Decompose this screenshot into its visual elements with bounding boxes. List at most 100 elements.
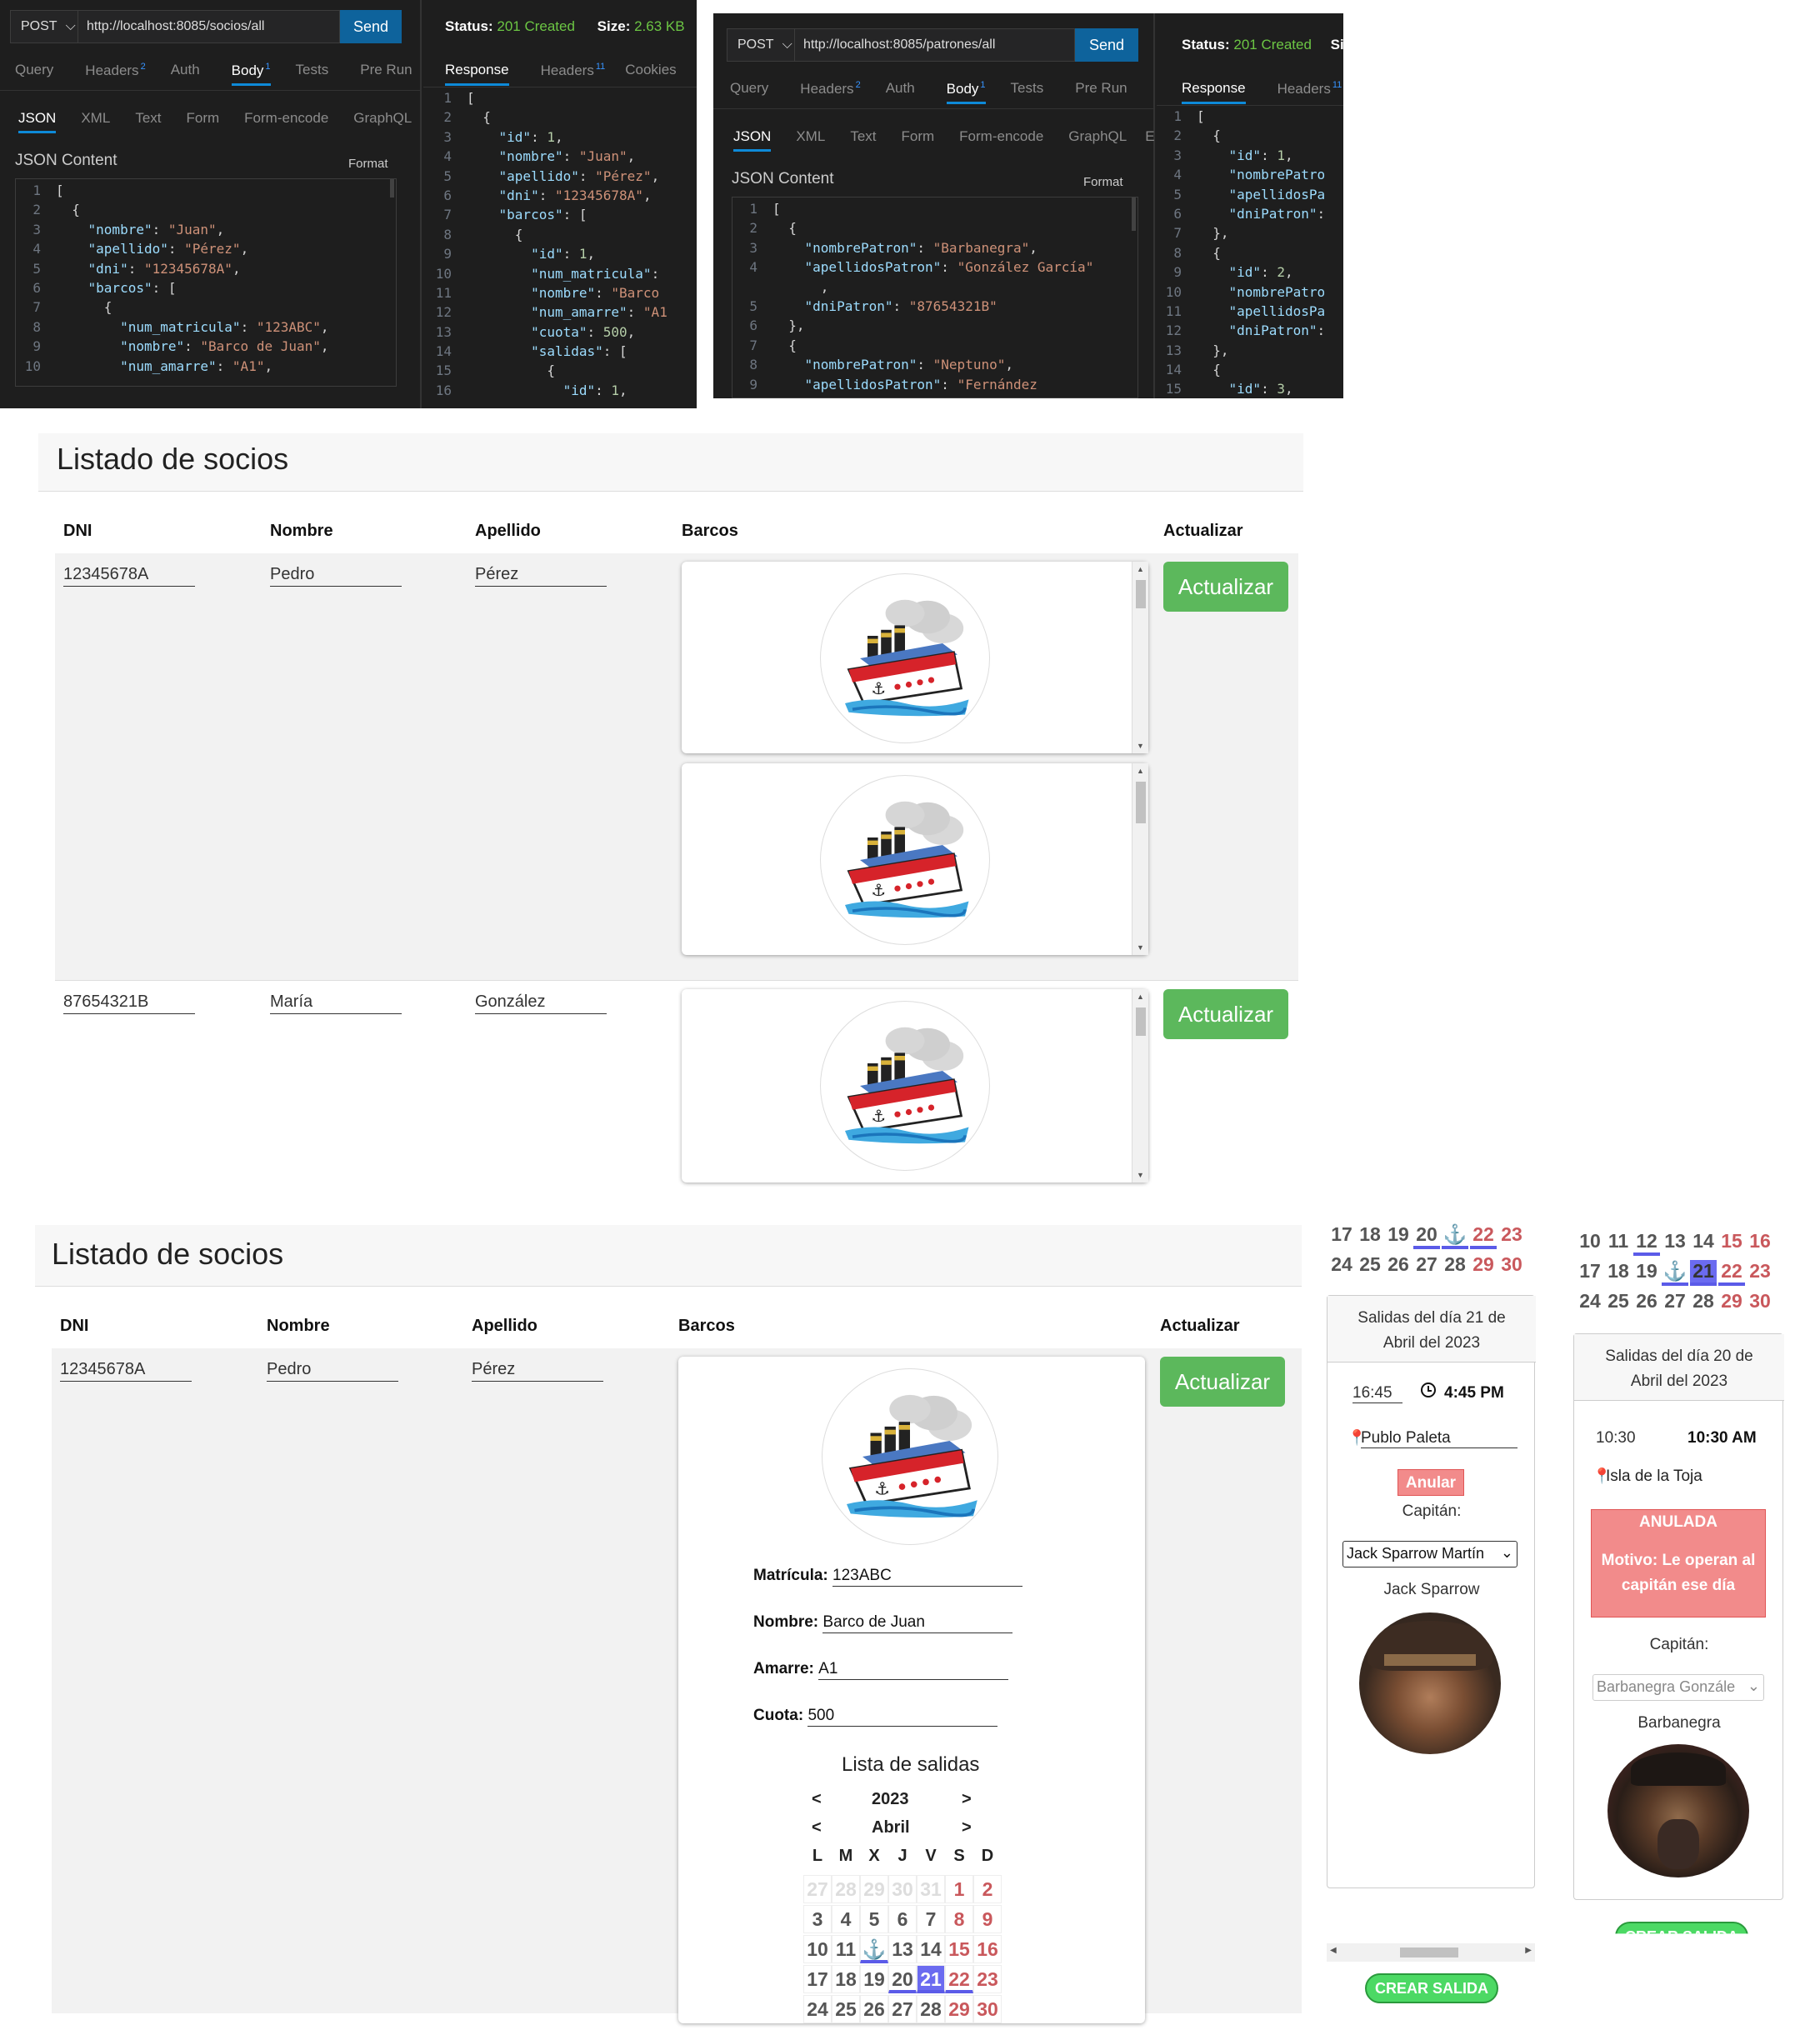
- format-button[interactable]: Format: [348, 157, 388, 171]
- url-input[interactable]: http://localhost:8085/patrones/all: [795, 28, 1075, 62]
- tab-prerun[interactable]: Pre Run: [1075, 80, 1127, 104]
- calendar-day[interactable]: 16: [973, 1935, 1002, 1963]
- body-tab-more[interactable]: E: [1145, 128, 1154, 152]
- calendar-day[interactable]: 21: [917, 1965, 945, 1993]
- calendar-day[interactable]: 5: [860, 1905, 888, 1933]
- calendar-day[interactable]: 27: [1413, 1253, 1440, 1276]
- json-body-editor[interactable]: 1[ 2 { 3 "nombrePatron": "Barbanegra", 4…: [732, 197, 1138, 398]
- calendar-day[interactable]: 25: [1357, 1253, 1383, 1276]
- json-body-editor[interactable]: 1[ 2 { 3 "nombre": "Juan", 4 "apellido":…: [15, 178, 397, 387]
- calendar-day[interactable]: 9: [973, 1905, 1002, 1933]
- calendar-day[interactable]: 18: [1605, 1260, 1632, 1282]
- tab-body[interactable]: Body 1: [946, 80, 986, 104]
- body-tab-text[interactable]: Text: [850, 128, 876, 152]
- calendar-day[interactable]: 28: [832, 1875, 860, 1903]
- time-input[interactable]: 10:30: [1596, 1429, 1636, 1448]
- actualizar-button[interactable]: Actualizar: [1163, 562, 1288, 612]
- calendar-day[interactable]: 25: [1605, 1290, 1632, 1312]
- calendar-day[interactable]: 27: [1662, 1290, 1688, 1312]
- calendar-day[interactable]: 2: [973, 1875, 1002, 1903]
- resp-tab-response[interactable]: Response: [1182, 80, 1246, 104]
- body-tab-form-encode[interactable]: Form-encode: [244, 110, 328, 133]
- calendar-day[interactable]: 19: [860, 1965, 888, 1993]
- panel-scrollbar[interactable]: ◀ ▶: [1327, 1943, 1535, 1962]
- calendar-day[interactable]: 19: [1385, 1223, 1412, 1246]
- body-tab-xml[interactable]: XML: [81, 110, 110, 133]
- calendar-day[interactable]: 10: [1577, 1230, 1603, 1252]
- nombre-barco-input[interactable]: Barco de Juan: [822, 1613, 1013, 1633]
- calendar-day[interactable]: 17: [1328, 1223, 1355, 1246]
- calendar-day[interactable]: 18: [1357, 1223, 1383, 1246]
- barco-card[interactable]: ▲ ▼: [682, 763, 1148, 955]
- cuota-input[interactable]: 500: [808, 1707, 998, 1727]
- body-tab-json[interactable]: JSON: [18, 110, 57, 133]
- card-scrollbar[interactable]: ▲ ▼: [1132, 763, 1148, 955]
- calendar-day[interactable]: 30: [1498, 1253, 1525, 1276]
- tab-tests[interactable]: Tests: [1011, 80, 1044, 104]
- calendar-day[interactable]: 10: [803, 1935, 832, 1963]
- dni-input[interactable]: 87654321B: [63, 992, 195, 1014]
- send-button[interactable]: Send: [1075, 28, 1138, 62]
- calendar-day[interactable]: ⚓: [860, 1935, 888, 1963]
- crear-salida-button[interactable]: CREAR SALIDA: [1615, 1922, 1748, 1934]
- nombre-input[interactable]: Pedro: [267, 1360, 398, 1382]
- calendar-day[interactable]: 22: [945, 1965, 973, 1993]
- calendar-day[interactable]: 1: [945, 1875, 973, 1903]
- calendar-day[interactable]: 30: [888, 1875, 917, 1903]
- resp-tab-response[interactable]: Response: [445, 62, 509, 86]
- tab-auth[interactable]: Auth: [171, 62, 200, 86]
- method-select[interactable]: POST ⌵: [727, 28, 795, 62]
- tab-auth[interactable]: Auth: [886, 80, 915, 104]
- method-select[interactable]: POST ⌵: [10, 10, 78, 43]
- body-tab-form[interactable]: Form: [902, 128, 935, 152]
- calendar-day[interactable]: 24: [1577, 1290, 1603, 1312]
- calendar-day[interactable]: 18: [832, 1965, 860, 1993]
- tab-tests[interactable]: Tests: [296, 62, 329, 86]
- apellido-input[interactable]: Pérez: [472, 1360, 603, 1382]
- calendar-day[interactable]: 26: [1385, 1253, 1412, 1276]
- calendar-day[interactable]: 25: [832, 1995, 860, 2023]
- apellido-input[interactable]: González: [475, 992, 607, 1014]
- calendar-day[interactable]: 26: [860, 1995, 888, 2023]
- tab-query[interactable]: Query: [15, 62, 53, 86]
- destino-input[interactable]: Publo Paleta: [1361, 1429, 1518, 1448]
- calendar-day[interactable]: 30: [973, 1995, 1002, 2023]
- next-month-button[interactable]: >: [962, 1818, 972, 1838]
- calendar-day[interactable]: 23: [973, 1965, 1002, 1993]
- calendar-day[interactable]: 11: [1605, 1230, 1632, 1252]
- body-tab-graphql[interactable]: GraphQL: [353, 110, 412, 133]
- calendar-day[interactable]: 12: [1633, 1230, 1660, 1256]
- calendar-day[interactable]: 20: [888, 1965, 917, 1993]
- anular-button[interactable]: Anular: [1398, 1469, 1464, 1496]
- time-input[interactable]: 16:45: [1352, 1384, 1402, 1403]
- calendar-day[interactable]: 21: [1690, 1260, 1717, 1286]
- calendar-day[interactable]: 24: [1328, 1253, 1355, 1276]
- body-tab-json[interactable]: JSON: [733, 128, 772, 152]
- calendar-day[interactable]: 22: [1718, 1260, 1745, 1286]
- body-tab-graphql[interactable]: GraphQL: [1068, 128, 1127, 152]
- calendar-day[interactable]: 11: [832, 1935, 860, 1963]
- calendar-day[interactable]: 28: [917, 1995, 945, 2023]
- calendar-day[interactable]: 16: [1747, 1230, 1773, 1252]
- calendar-day[interactable]: 4: [832, 1905, 860, 1933]
- calendar-day[interactable]: 28: [1690, 1290, 1717, 1312]
- calendar-day[interactable]: 29: [1470, 1253, 1497, 1276]
- calendar-day[interactable]: ⚓: [1662, 1260, 1688, 1286]
- prev-month-button[interactable]: <: [812, 1818, 822, 1838]
- tab-headers[interactable]: Headers 2: [800, 80, 860, 104]
- url-input[interactable]: http://localhost:8085/socios/all: [78, 10, 340, 43]
- tab-prerun[interactable]: Pre Run: [360, 62, 412, 86]
- next-year-button[interactable]: >: [962, 1790, 972, 1809]
- resp-tab-headers[interactable]: Headers 11: [1278, 80, 1342, 104]
- body-tab-form[interactable]: Form: [187, 110, 220, 133]
- actualizar-button[interactable]: Actualizar: [1160, 1357, 1285, 1407]
- nombre-input[interactable]: Pedro: [270, 565, 402, 587]
- crear-salida-button[interactable]: CREAR SALIDA: [1365, 1973, 1498, 2003]
- calendar-day[interactable]: 17: [803, 1965, 832, 1993]
- send-button[interactable]: Send: [340, 10, 402, 43]
- barco-card[interactable]: ▲ ▼: [682, 989, 1148, 1182]
- calendar-day[interactable]: 15: [945, 1935, 973, 1963]
- prev-year-button[interactable]: <: [812, 1790, 822, 1809]
- capitan-select[interactable]: Jack Sparrow Martín ⌄: [1342, 1541, 1518, 1568]
- calendar-day[interactable]: 13: [888, 1935, 917, 1963]
